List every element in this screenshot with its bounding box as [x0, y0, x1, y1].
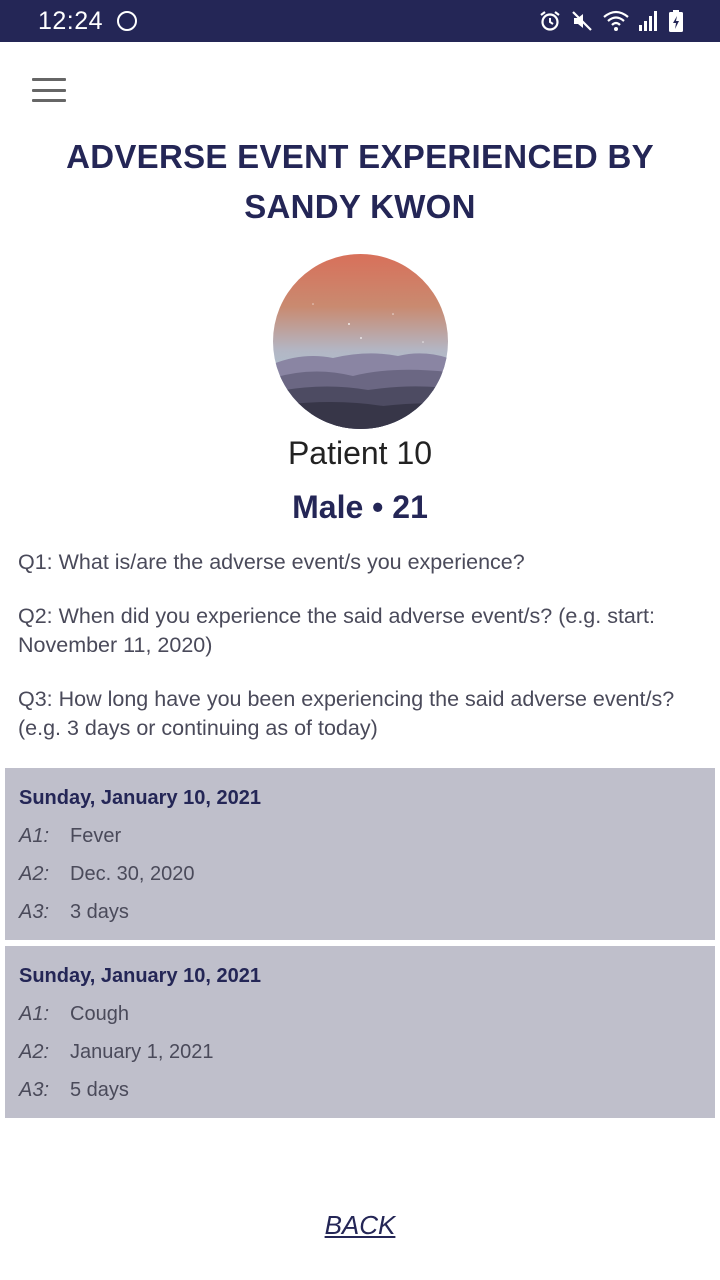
menu-line [32, 99, 66, 102]
patient-gender-age: Male • 21 [292, 489, 428, 525]
answer-date: Sunday, January 10, 2021 [19, 965, 261, 987]
answer-card: Sunday, January 10, 2021 A1: Fever A2: D… [5, 768, 715, 940]
answer-date: Sunday, January 10, 2021 [19, 787, 261, 809]
answer-card: Sunday, January 10, 2021 A1: Cough A2: J… [5, 946, 715, 1118]
answer-label: A1: [19, 1003, 50, 1025]
answer-value: Fever [70, 825, 122, 847]
answer-value: Cough [70, 1003, 129, 1025]
answer-row-a1: A1: Cough [19, 1001, 701, 1027]
answer-value: January 1, 2021 [70, 1041, 214, 1063]
back-link[interactable]: BACK [0, 1210, 720, 1241]
question-1: Q1: What is/are the adverse event/s you … [18, 550, 525, 574]
menu-line [32, 88, 66, 92]
page-title: ADVERSE EVENT EXPERIENCED BY SANDY KWON [66, 138, 654, 225]
question-2: Q2: When did you experience the said adv… [18, 604, 655, 657]
hamburger-menu-icon[interactable] [32, 76, 66, 104]
answer-row-a3: A3: 3 days [19, 899, 701, 925]
status-time: 12:24 [38, 6, 104, 35]
avatar [273, 254, 448, 429]
answer-value: 5 days [70, 1079, 129, 1101]
answer-row-a2: A2: Dec. 30, 2020 [19, 861, 701, 887]
answers-list: Sunday, January 10, 2021 A1: Fever A2: D… [5, 768, 715, 1124]
answer-label: A2: [19, 1041, 50, 1063]
answer-label: A3: [19, 901, 50, 923]
battery-icon [669, 10, 683, 32]
answer-row-a3: A3: 5 days [19, 1077, 701, 1103]
answer-label: A2: [19, 863, 50, 885]
questions-list: Q1: What is/are the adverse event/s you … [18, 548, 678, 768]
answer-row-a1: A1: Fever [19, 823, 701, 849]
question-3: Q3: How long have you been experiencing … [18, 687, 675, 740]
answer-label: A3: [19, 1079, 50, 1101]
answer-value: 3 days [70, 901, 129, 923]
answer-label: A1: [19, 825, 50, 847]
status-icons [538, 9, 684, 33]
mute-icon [572, 11, 592, 31]
alarm-icon [540, 11, 560, 31]
signal-icon [639, 11, 657, 31]
patient-name: Patient 10 [287, 435, 433, 471]
status-left: 12:24 [38, 6, 138, 36]
answer-value: Dec. 30, 2020 [70, 863, 195, 885]
menu-line [32, 78, 66, 81]
answer-row-a2: A2: January 1, 2021 [19, 1039, 701, 1065]
circle-icon [117, 11, 138, 31]
status-bar: 12:24 [0, 0, 720, 42]
wifi-icon [603, 10, 629, 31]
